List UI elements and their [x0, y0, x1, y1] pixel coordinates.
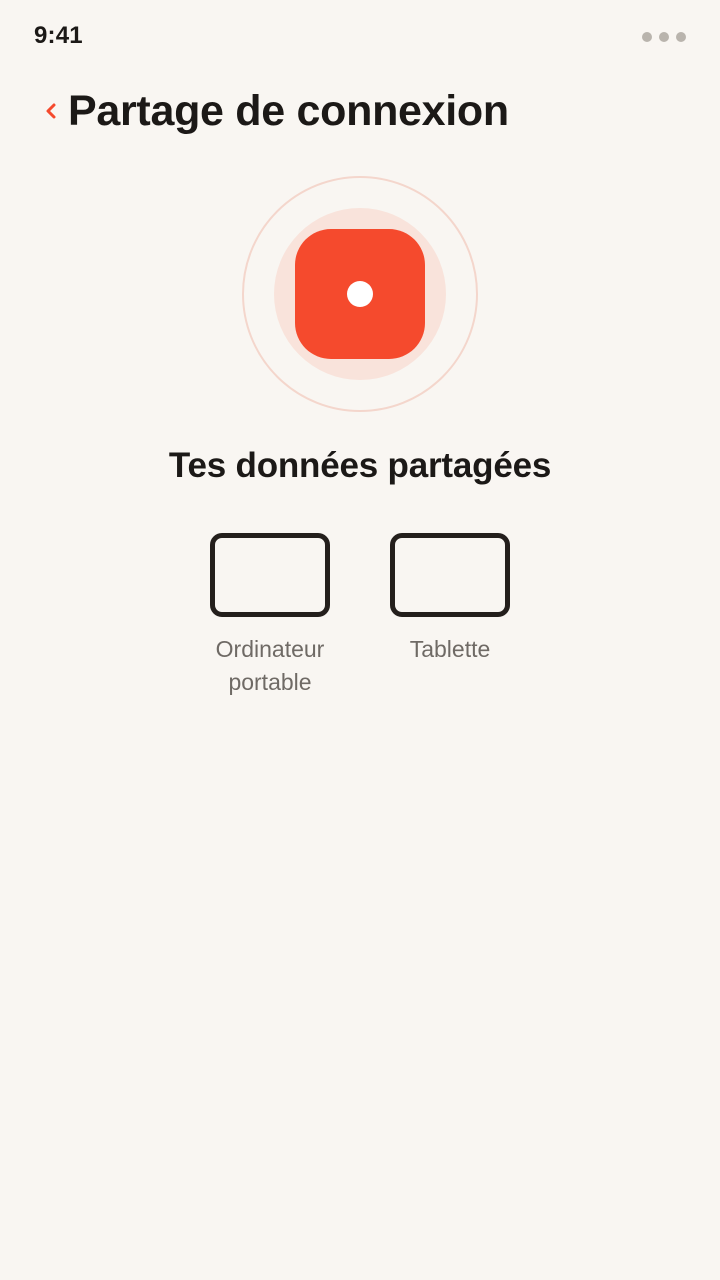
hotspot-toggle-button[interactable] [295, 229, 425, 359]
device-laptop[interactable]: Ordinateur portable [210, 533, 330, 699]
hotspot-dot-icon [347, 281, 373, 307]
tablet-icon [390, 533, 510, 617]
device-tablet[interactable]: Tablette [390, 533, 510, 699]
back-button[interactable] [40, 86, 62, 136]
laptop-icon [210, 533, 330, 617]
screen: 9:41 Partage de connexion Tes données pa… [0, 0, 720, 1280]
shared-data-title: Tes données partagées [168, 446, 552, 485]
header: Partage de connexion [40, 86, 509, 136]
device-label: Tablette [409, 636, 491, 662]
more-dot [642, 32, 652, 42]
more-icon[interactable] [642, 32, 686, 42]
more-dot [659, 32, 669, 42]
more-dot [676, 32, 686, 42]
hotspot-graphic [242, 176, 478, 412]
status-time: 9:41 [34, 22, 83, 49]
device-label: Ordinateur portable [215, 636, 325, 695]
device-list: Ordinateur portable Tablette [0, 533, 720, 699]
chevron-left-icon [46, 103, 56, 119]
page-title: Partage de connexion [68, 86, 509, 135]
